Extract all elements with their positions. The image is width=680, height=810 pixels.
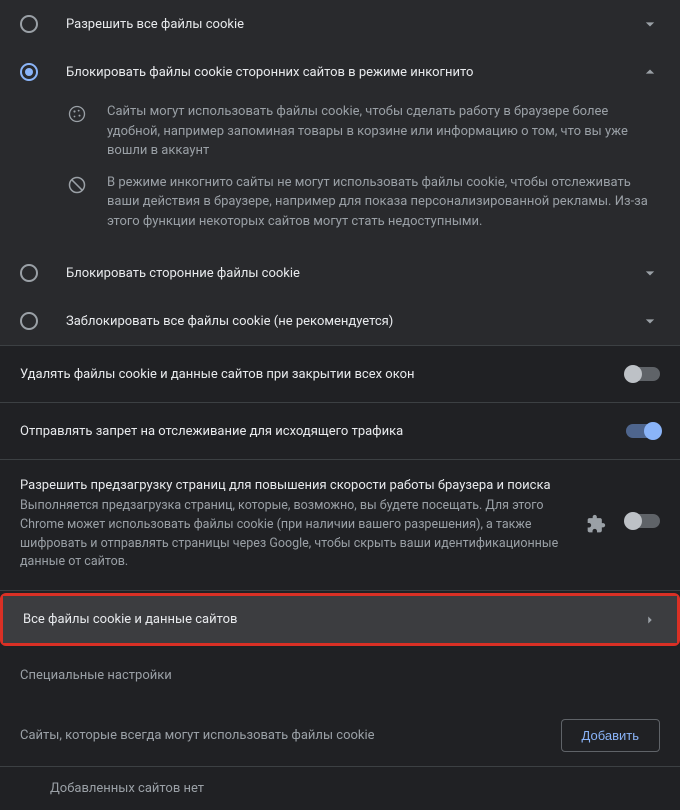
option-description: Сайты могут использовать файлы cookie, ч… — [0, 96, 680, 249]
empty-sites-label: Добавленных сайтов нет — [0, 767, 680, 810]
extension-icon — [586, 514, 606, 534]
option-label: Разрешить все файлы cookie — [66, 17, 640, 32]
radio-icon — [20, 312, 38, 330]
nav-label: Все файлы cookie и данные сайтов — [23, 612, 643, 627]
option-label: Блокировать файлы cookie сторонних сайто… — [66, 65, 640, 80]
add-button[interactable]: Добавить — [561, 719, 660, 752]
toggle-label: Удалять файлы cookie и данные сайтов при… — [20, 367, 626, 382]
desc-text: Сайты могут использовать файлы cookie, ч… — [107, 102, 660, 161]
always-allow-row: Сайты, которые всегда могут использовать… — [0, 705, 680, 766]
highlight-box: Все файлы cookie и данные сайтов — [0, 593, 680, 646]
chevron-down-icon — [640, 263, 660, 283]
radio-icon — [20, 15, 38, 33]
toggle-clear-on-close[interactable] — [626, 367, 660, 381]
toggle-preload[interactable] — [626, 514, 660, 528]
option-block-third[interactable]: Блокировать сторонние файлы cookie — [0, 249, 680, 297]
toggle-preload-row[interactable]: Разрешить предзагрузку страниц для повыш… — [0, 460, 680, 590]
chevron-down-icon — [640, 14, 660, 34]
nav-all-cookies[interactable]: Все файлы cookie и данные сайтов — [3, 596, 677, 643]
chevron-up-icon — [640, 62, 660, 82]
option-allow-all[interactable]: Разрешить все файлы cookie — [0, 0, 680, 48]
desc-text: В режиме инкогнито сайты не могут исполь… — [107, 173, 660, 232]
option-label: Заблокировать все файлы cookie (не реком… — [66, 314, 640, 329]
chevron-down-icon — [640, 311, 660, 331]
block-icon — [67, 175, 87, 195]
radio-icon — [20, 264, 38, 282]
toggle-do-not-track[interactable] — [626, 424, 660, 438]
chevron-right-icon — [643, 613, 657, 627]
option-label: Блокировать сторонние файлы cookie — [66, 266, 640, 281]
option-block-third-incognito[interactable]: Блокировать файлы cookie сторонних сайто… — [0, 48, 680, 96]
custom-settings-header: Специальные настройки — [0, 648, 680, 691]
toggle-do-not-track-row[interactable]: Отправлять запрет на отслеживание для ис… — [0, 403, 680, 459]
toggle-clear-on-close-row[interactable]: Удалять файлы cookie и данные сайтов при… — [0, 346, 680, 402]
toggle-subtext: Выполняется предзагрузка страниц, которы… — [20, 497, 572, 572]
cookie-icon — [67, 104, 87, 124]
radio-icon — [20, 63, 38, 81]
toggle-title: Разрешить предзагрузку страниц для повыш… — [20, 478, 572, 493]
toggle-label: Отправлять запрет на отслеживание для ис… — [20, 424, 626, 439]
always-allow-label: Сайты, которые всегда могут использовать… — [20, 728, 561, 743]
option-block-all[interactable]: Заблокировать все файлы cookie (не реком… — [0, 297, 680, 345]
